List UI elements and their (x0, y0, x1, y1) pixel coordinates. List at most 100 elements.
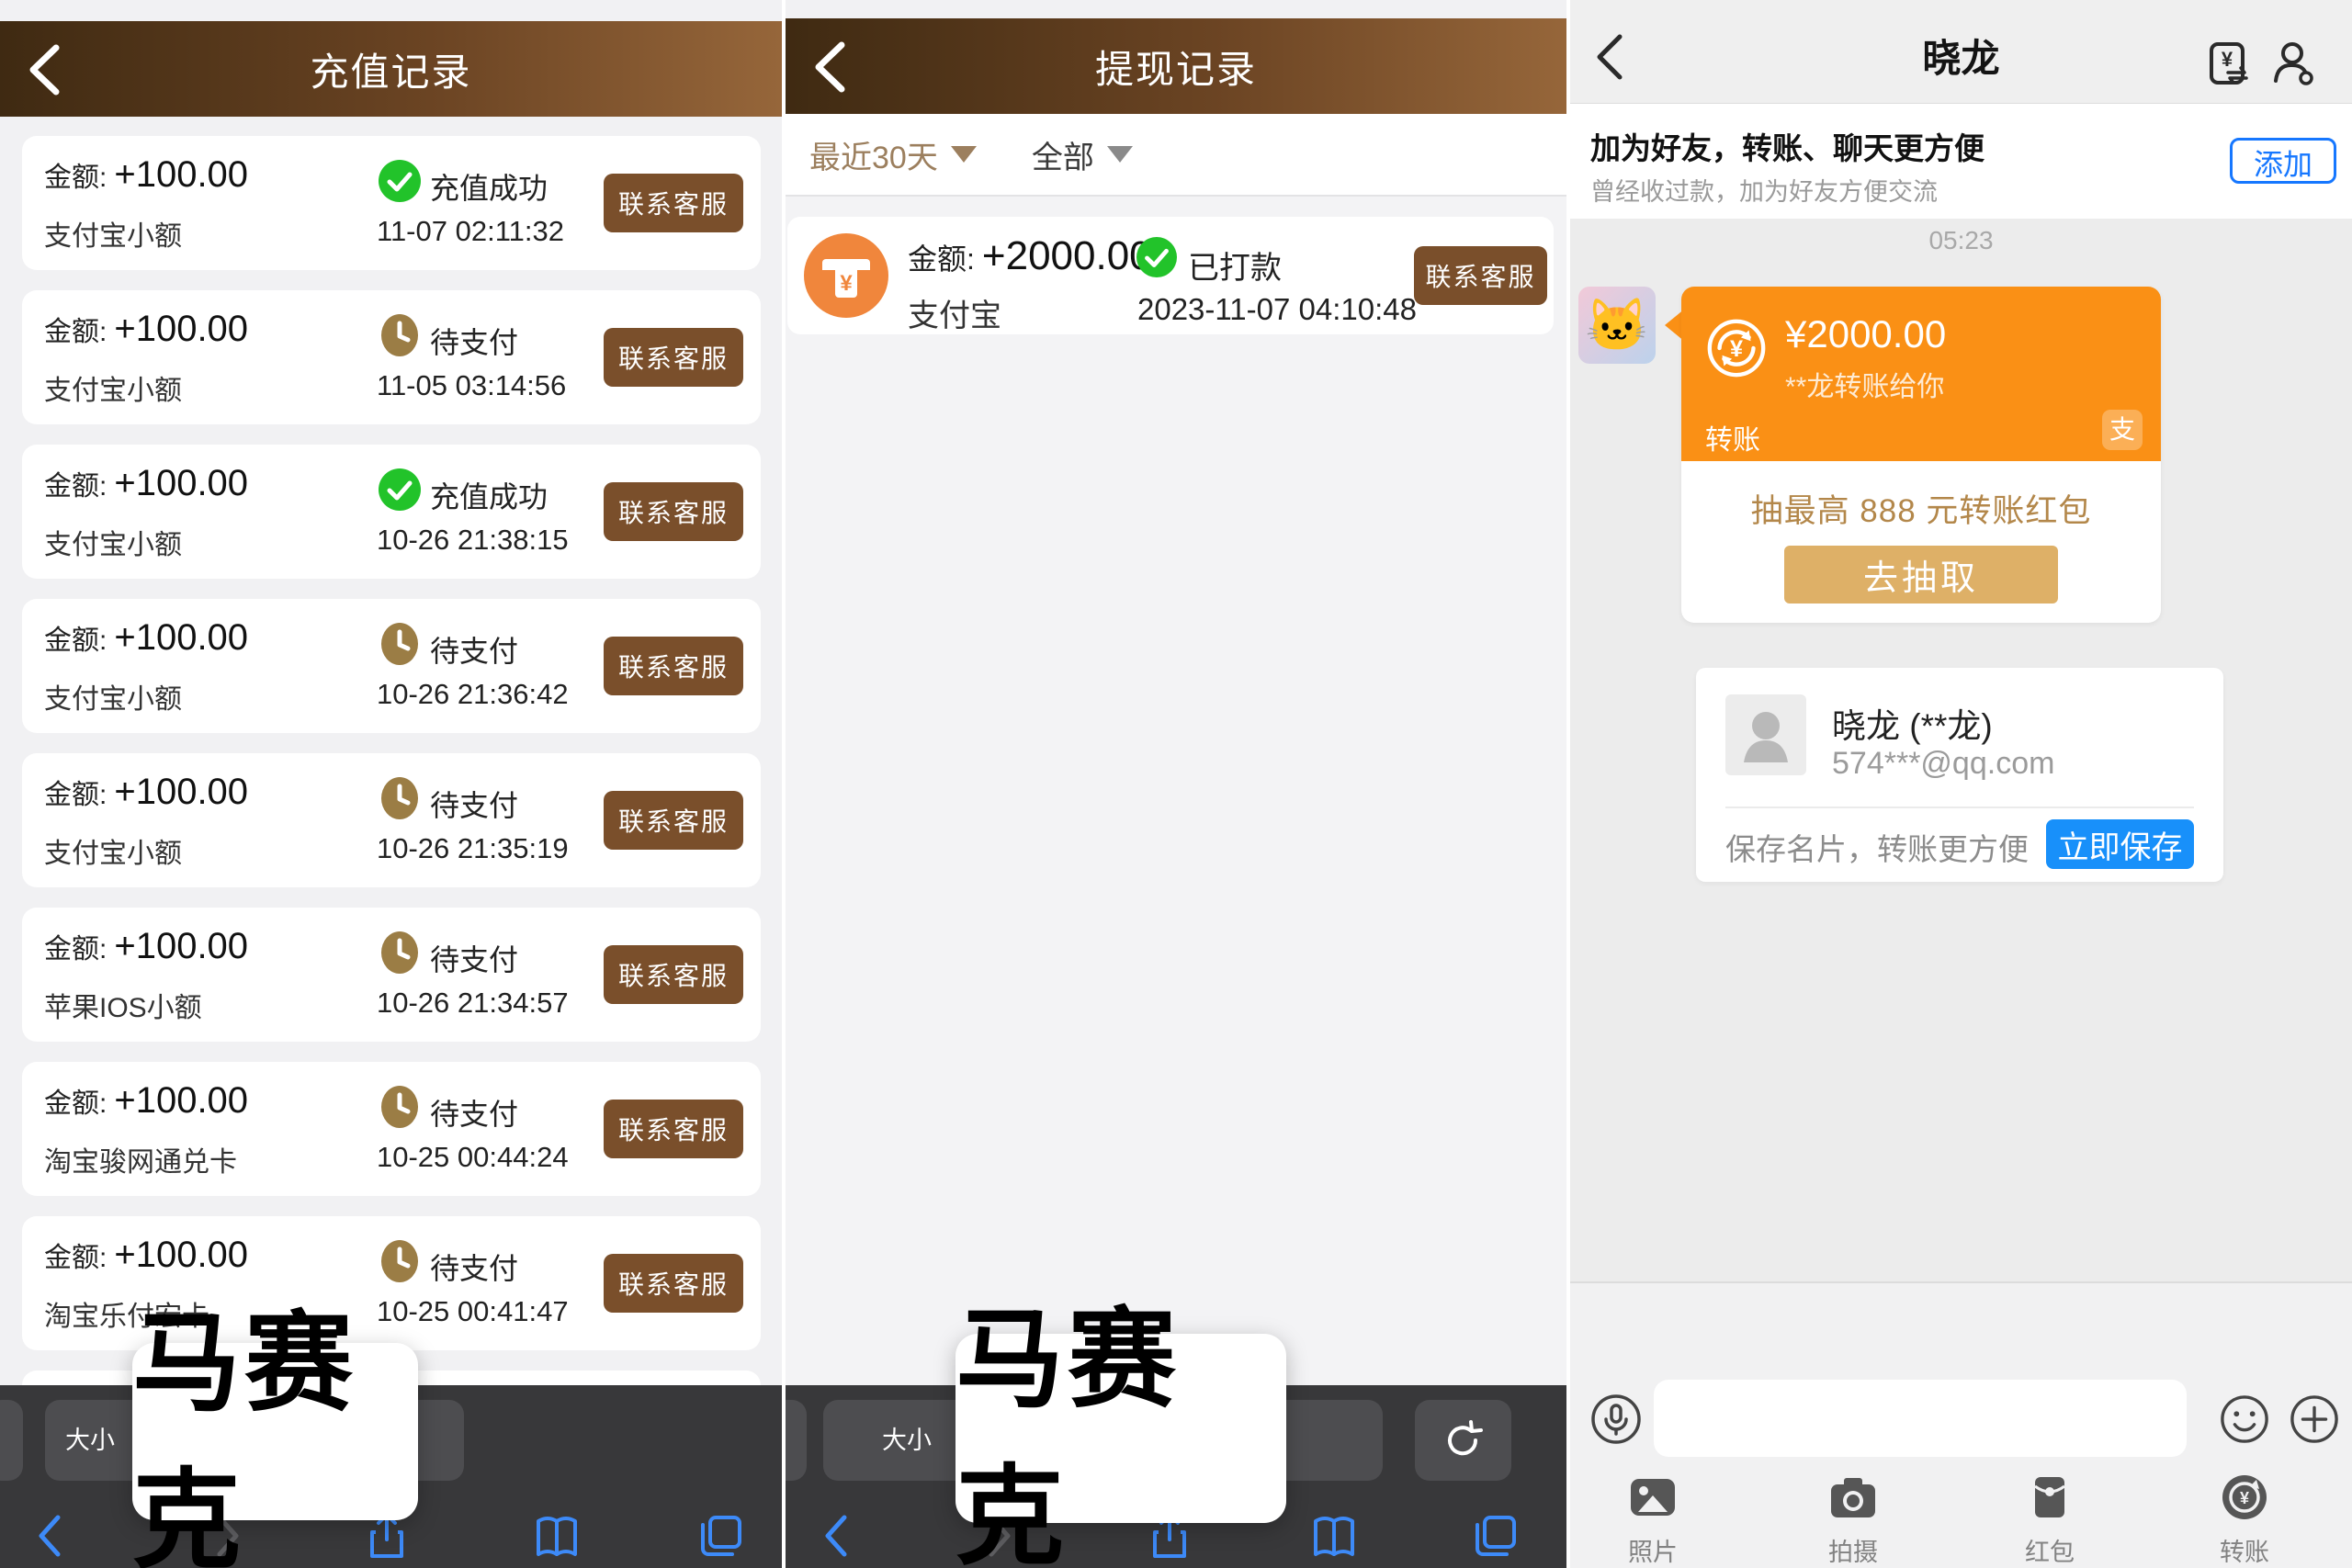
contact-profile-icon[interactable] (2268, 40, 2314, 86)
filter-date-range[interactable]: 最近30天 (809, 132, 977, 177)
transfer-tool-icon[interactable]: ¥ (2219, 1472, 2270, 1523)
status-text: 已打款 (1188, 243, 1282, 288)
record-card: 金额: +100.00 支付宝小额 充值成功 11-07 02:11:32 (22, 136, 761, 270)
amount-label: 金额: (44, 463, 107, 503)
contact-support-button[interactable]: 联系客服 (604, 1100, 743, 1158)
payment-method: 苹果IOS小额 (44, 985, 202, 1025)
tab-peek (0, 1400, 23, 1481)
payment-method: 淘宝骏网通兑卡 (44, 1139, 237, 1179)
svg-text:¥: ¥ (2222, 48, 2233, 71)
amount-label: 金额: (44, 154, 107, 195)
emoji-icon[interactable] (2220, 1394, 2269, 1444)
contact-support-button[interactable]: 联系客服 (604, 482, 743, 541)
recharge-record-list: 金额: +100.00 支付宝小额 充值成功 11-07 02:11:32 (0, 136, 782, 1371)
contact-name: 晓龙 (**龙) (1832, 698, 1993, 748)
toolbar-item-label[interactable]: 转账 (2220, 1532, 2269, 1568)
red-packet-tool-icon[interactable] (2024, 1472, 2075, 1523)
promo-text: 抽最高 888 元转账红包 (1681, 485, 2161, 532)
contact-support-button[interactable]: 联系客服 (604, 637, 743, 695)
contact-email: 574***@qq.com (1832, 746, 2054, 782)
contact-support-button[interactable]: 联系客服 (604, 791, 743, 850)
amount-value: +100.00 (114, 617, 248, 659)
reload-piece[interactable] (1415, 1400, 1511, 1481)
amount-row: 金额: +100.00 (44, 154, 248, 196)
contact-support-button[interactable]: 联系客服 (1414, 246, 1547, 305)
amount-label: 金额: (44, 772, 107, 812)
camera-icon[interactable] (1827, 1472, 1879, 1523)
mosaic-label: 马赛克 (132, 1275, 418, 1568)
status-text: 待支付 (430, 320, 518, 362)
bookmarks-icon[interactable] (533, 1512, 581, 1560)
transfer-note: **龙转账给你 (1785, 364, 1944, 404)
back-nav-icon[interactable] (813, 1512, 861, 1560)
record-card: 金额: +100.00 支付宝小额 充值成功 10-26 21:38:15 (22, 445, 761, 579)
transfer-bill-icon[interactable]: ¥ (2208, 41, 2250, 85)
toolbar-item-label[interactable]: 照片 (1628, 1532, 1678, 1568)
toolbar-item-label[interactable]: 拍摄 (1828, 1532, 1878, 1568)
draw-red-packet-button[interactable]: 去抽取 (1784, 546, 2058, 604)
record-card: 金额: +100.00 淘宝骏网通兑卡 待支付 10-25 00:44:24 (22, 1062, 761, 1196)
svg-text:¥: ¥ (2240, 1489, 2249, 1507)
contact-support-button[interactable]: 联系客服 (604, 328, 743, 387)
transfer-message-bubble[interactable]: ¥ ¥2000.00 **龙转账给你 转账 支 抽最高 888 元转账红包 去抽… (1681, 287, 2161, 623)
success-check-icon (379, 160, 421, 202)
amount-row: 金额: +100.00 (44, 617, 248, 659)
tabs-icon[interactable] (1472, 1512, 1520, 1560)
record-card: 金额: +100.00 苹果IOS小额 待支付 10-26 21:34:57 (22, 908, 761, 1042)
toolbar-item-label[interactable]: 红包 (2025, 1532, 2075, 1568)
contact-support-button[interactable]: 联系客服 (604, 1254, 743, 1313)
bookmarks-icon[interactable] (1310, 1512, 1358, 1560)
amount-label: 金额: (44, 309, 107, 349)
reload-icon[interactable] (1441, 1418, 1485, 1462)
tabs-icon[interactable] (697, 1512, 745, 1560)
record-time: 10-25 00:44:24 (377, 1141, 569, 1174)
banner-subtitle: 曾经收过款，加为好友方便交流 (1590, 172, 1938, 208)
amount-row: 金额: +100.00 (44, 463, 248, 504)
back-icon[interactable] (811, 40, 848, 94)
add-friend-button[interactable]: 添加 (2230, 138, 2336, 184)
record-card: 金额: +100.00 支付宝小额 待支付 10-26 21:35:19 (22, 753, 761, 887)
chat-panel: 晓龙 ¥ 加为好友，转账、聊天更方便 曾经收过款，加为好友方便交流 添加 05:… (1570, 0, 2352, 1568)
amount-label: 金额: (44, 1235, 107, 1275)
photos-icon[interactable] (1627, 1472, 1679, 1523)
amount-row: 金额: +2000.00 (908, 233, 1152, 279)
record-time: 10-26 21:35:19 (377, 832, 569, 865)
chat-timestamp: 05:23 (1570, 226, 2352, 255)
payment-method: 支付宝小额 (44, 213, 182, 254)
payment-method: 支付宝小额 (44, 367, 182, 408)
tab-peek (786, 1400, 807, 1481)
payment-method: 支付宝 (908, 290, 1001, 335)
sender-avatar[interactable]: 🐱 (1578, 287, 1656, 364)
amount-row: 金额: +100.00 (44, 772, 248, 813)
success-check-icon (379, 468, 421, 511)
amount-value: +100.00 (114, 154, 248, 196)
amount-row: 金额: +100.00 (44, 309, 248, 350)
contact-support-button[interactable]: 联系客服 (604, 945, 743, 1004)
filter-type[interactable]: 全部 (1032, 132, 1133, 177)
voice-input-icon[interactable] (1590, 1393, 1642, 1445)
status-text: 待支付 (430, 1091, 518, 1134)
amount-value: +100.00 (114, 463, 248, 504)
status-text: 充值成功 (430, 165, 548, 208)
payment-method: 支付宝小额 (44, 676, 182, 716)
back-nav-icon[interactable] (27, 1512, 74, 1560)
transfer-circle-icon: ¥ (1704, 316, 1769, 380)
chevron-down-icon (1107, 146, 1133, 163)
message-input[interactable] (1654, 1380, 2187, 1457)
transfer-amount: ¥2000.00 (1785, 312, 1946, 356)
amount-label: 金额: (44, 617, 107, 658)
contact-card[interactable]: 晓龙 (**龙) 574***@qq.com 保存名片，转账更方便 立即保存 (1696, 668, 2223, 882)
status-strip (0, 0, 782, 21)
back-icon[interactable] (26, 43, 62, 96)
pending-clock-icon (379, 1086, 421, 1128)
recharge-records-panel: 充值记录 金额: +100.00 支付宝小额 (0, 0, 782, 1568)
amount-row: 金额: +100.00 (44, 926, 248, 967)
more-actions-plus-icon[interactable] (2290, 1394, 2339, 1444)
filter-type-label: 全部 (1032, 132, 1094, 177)
save-now-button[interactable]: 立即保存 (2046, 819, 2194, 869)
screenshot-root: 充值记录 金额: +100.00 支付宝小额 (0, 0, 2352, 1568)
contact-support-button[interactable]: 联系客服 (604, 174, 743, 232)
success-check-icon (1136, 237, 1177, 282)
save-card-hint: 保存名片，转账更方便 (1725, 825, 2029, 869)
add-friend-banner: 加为好友，转账、聊天更方便 曾经收过款，加为好友方便交流 添加 (1570, 104, 2352, 219)
